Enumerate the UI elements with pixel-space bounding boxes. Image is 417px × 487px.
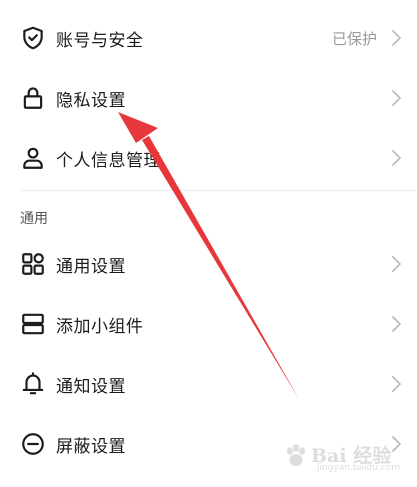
lock-icon (20, 85, 46, 111)
chevron-right-icon (389, 148, 403, 168)
watermark: Bai 经验 jingyan.baidu.com (283, 441, 403, 475)
watermark-url: jingyan.baidu.com (317, 463, 401, 473)
widget-icon (20, 311, 46, 337)
notification-settings-label: 通知设置 (56, 376, 126, 397)
account-security-row[interactable]: 账号与安全 已保护 (0, 9, 417, 67)
privacy-settings-label: 隐私设置 (56, 90, 126, 111)
add-widget-row[interactable]: 添加小组件 (0, 295, 417, 353)
block-icon (20, 431, 46, 457)
chevron-right-icon (389, 254, 403, 274)
personal-info-row[interactable]: 个人信息管理 (0, 129, 417, 187)
bell-icon (20, 371, 46, 397)
grid-icon (20, 251, 46, 277)
section-divider (20, 190, 417, 191)
account-security-label: 账号与安全 (56, 30, 144, 51)
person-icon (20, 145, 46, 171)
block-settings-label: 屏蔽设置 (56, 436, 126, 457)
general-settings-row[interactable]: 通用设置 (0, 235, 417, 293)
paw-logo-icon (287, 444, 305, 466)
notification-settings-row[interactable]: 通知设置 (0, 355, 417, 413)
shield-check-icon (20, 25, 46, 51)
privacy-settings-row[interactable]: 隐私设置 (0, 69, 417, 127)
chevron-right-icon (389, 314, 403, 334)
chevron-right-icon (389, 88, 403, 108)
general-settings-label: 通用设置 (56, 256, 126, 277)
account-security-status: 已保护 (331, 29, 377, 48)
chevron-right-icon (389, 374, 403, 394)
chevron-right-icon (389, 28, 403, 48)
section-title-general: 通用 (20, 211, 48, 227)
personal-info-label: 个人信息管理 (56, 150, 161, 171)
add-widget-label: 添加小组件 (56, 316, 144, 337)
